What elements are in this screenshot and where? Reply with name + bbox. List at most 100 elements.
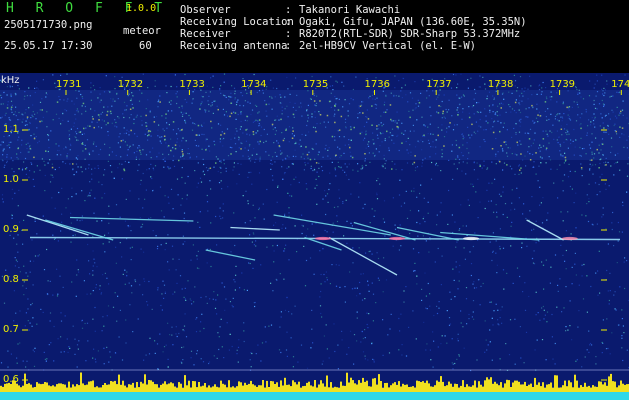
- noise-speck: [564, 260, 566, 262]
- noise-speck: [218, 348, 220, 351]
- noise-speck: [567, 90, 569, 92]
- noise-speck: [108, 154, 110, 156]
- noise-speck: [300, 156, 302, 158]
- noise-speck: [77, 348, 79, 350]
- level-bar: [330, 382, 332, 392]
- noise-speck: [451, 144, 453, 146]
- noise-speck: [249, 102, 251, 104]
- noise-speck: [559, 145, 562, 147]
- noise-speck: [546, 133, 548, 135]
- noise-speck: [514, 80, 517, 82]
- noise-speck: [352, 169, 354, 171]
- noise-speck: [97, 350, 99, 352]
- noise-sparkle: [334, 104, 336, 107]
- noise-speck: [489, 111, 491, 113]
- noise-speck: [289, 93, 291, 95]
- noise-speck: [622, 325, 624, 327]
- level-bar: [148, 380, 150, 392]
- noise-speck: [480, 285, 482, 287]
- noise-sparkle: [413, 161, 416, 164]
- noise-speck: [477, 217, 479, 219]
- noise-speck: [432, 141, 434, 143]
- noise-speck: [115, 121, 117, 124]
- noise-speck: [595, 356, 597, 358]
- noise-speck: [1, 116, 3, 118]
- noise-speck: [372, 139, 374, 141]
- level-bar: [58, 383, 60, 392]
- level-bar: [340, 381, 342, 392]
- noise-speck: [209, 298, 211, 300]
- noise-speck: [207, 169, 209, 172]
- noise-speck: [413, 187, 415, 189]
- noise-speck: [301, 224, 303, 226]
- noise-speck: [426, 343, 428, 345]
- noise-speck: [234, 137, 236, 139]
- noise-speck: [540, 146, 542, 148]
- level-bar: [208, 385, 210, 392]
- noise-speck: [541, 307, 543, 309]
- level-bar: [294, 382, 296, 392]
- noise-speck: [398, 230, 400, 232]
- noise-speck: [491, 359, 493, 361]
- noise-speck: [430, 133, 432, 135]
- noise-speck: [366, 109, 368, 111]
- noise-speck: [326, 277, 328, 279]
- level-bar: [466, 384, 468, 392]
- noise-speck: [368, 152, 370, 154]
- noise-speck: [242, 105, 245, 107]
- noise-speck: [42, 79, 44, 81]
- noise-speck: [222, 217, 224, 219]
- noise-speck: [565, 249, 567, 252]
- noise-sparkle: [384, 111, 387, 113]
- level-bar: [542, 382, 544, 392]
- noise-speck: [301, 232, 303, 235]
- noise-speck: [247, 203, 249, 205]
- level-bar: [524, 381, 526, 392]
- noise-speck: [333, 115, 335, 117]
- noise-speck: [228, 349, 230, 351]
- noise-speck: [183, 346, 185, 348]
- noise-speck: [551, 131, 553, 134]
- noise-speck: [475, 191, 477, 193]
- noise-speck: [364, 137, 366, 139]
- noise-speck: [365, 116, 367, 118]
- noise-speck: [318, 162, 320, 164]
- noise-speck: [97, 167, 100, 169]
- noise-speck: [75, 136, 77, 139]
- noise-speck: [461, 170, 463, 172]
- noise-speck: [65, 110, 68, 112]
- noise-speck: [146, 128, 148, 130]
- noise-speck: [456, 124, 458, 126]
- noise-speck: [160, 244, 162, 246]
- noise-speck: [500, 102, 502, 104]
- level-bar: [184, 375, 186, 392]
- noise-speck: [597, 270, 599, 272]
- noise-speck: [539, 186, 541, 188]
- noise-speck: [46, 93, 48, 95]
- noise-sparkle: [258, 119, 261, 121]
- noise-speck: [58, 191, 60, 194]
- noise-speck: [350, 97, 352, 100]
- noise-speck: [24, 95, 26, 97]
- noise-speck: [146, 122, 148, 124]
- noise-speck: [199, 211, 201, 213]
- noise-speck: [425, 295, 427, 297]
- noise-speck: [589, 163, 591, 165]
- noise-speck: [277, 185, 279, 187]
- noise-speck: [356, 295, 358, 297]
- noise-speck: [610, 95, 612, 97]
- noise-speck: [357, 117, 359, 119]
- noise-speck: [126, 144, 128, 146]
- noise-speck: [550, 168, 552, 170]
- noise-speck: [619, 169, 621, 171]
- noise-speck: [36, 127, 38, 129]
- noise-speck: [396, 122, 398, 124]
- noise-speck: [160, 210, 163, 212]
- noise-speck: [566, 133, 568, 136]
- noise-speck: [217, 294, 219, 296]
- level-bar: [446, 385, 448, 392]
- noise-speck: [412, 310, 414, 312]
- noise-speck: [325, 144, 327, 146]
- noise-speck: [159, 140, 161, 142]
- noise-speck: [214, 100, 216, 102]
